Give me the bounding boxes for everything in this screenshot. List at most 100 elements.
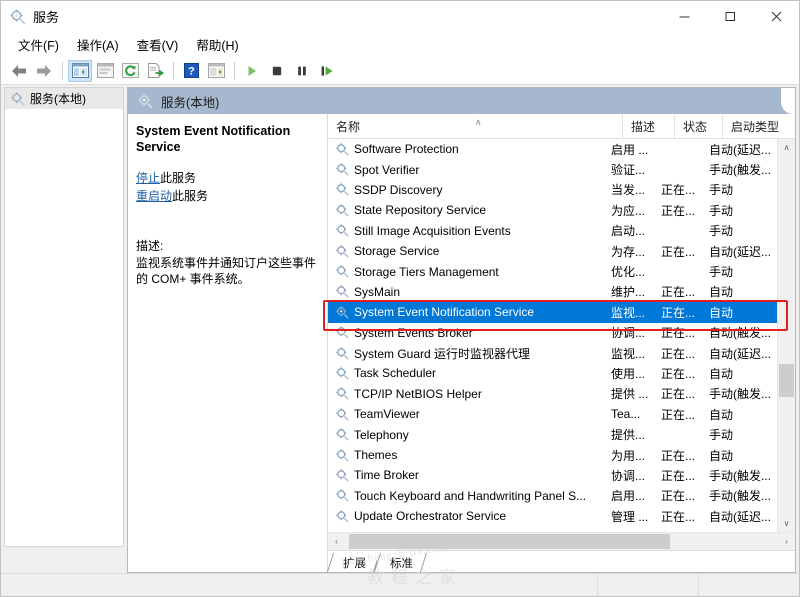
service-gear-icon [336, 224, 349, 237]
vertical-scroll-track[interactable] [778, 156, 795, 515]
column-header-name-label: 名称 [336, 118, 360, 135]
restart-service-icon[interactable] [315, 60, 339, 82]
cell-startup-type: 自动 [705, 283, 777, 300]
show-hide-console-tree-icon[interactable] [68, 60, 92, 82]
table-row[interactable]: Telephony提供...手动 [328, 424, 777, 444]
cell-description: 协调... [605, 467, 657, 484]
service-name-label: Telephony [354, 428, 409, 442]
table-row[interactable]: State Repository Service为应...正在...手动 [328, 200, 777, 220]
cell-startup-type: 自动(延迟... [705, 508, 777, 525]
service-name-label: System Event Notification Service [354, 305, 534, 319]
scroll-left-icon[interactable]: ‹ [328, 533, 345, 550]
restart-service-link-suffix: 此服务 [172, 189, 208, 203]
restart-service-link-text[interactable]: 重启动 [136, 189, 172, 203]
horizontal-scroll-thumb[interactable] [349, 534, 669, 549]
cell-description: 管理 ... [605, 508, 657, 525]
show-action-pane-icon[interactable] [204, 60, 228, 82]
cell-service-name: System Event Notification Service [328, 305, 605, 319]
table-row[interactable]: Task Scheduler使用...正在...自动 [328, 363, 777, 383]
description-text: 监视系统事件并通知订户这些事件的 COM+ 事件系统。 [136, 255, 317, 287]
service-name-label: Spot Verifier [354, 163, 419, 177]
export-list-icon[interactable] [143, 60, 167, 82]
table-row[interactable]: SysMain维护...正在...自动 [328, 282, 777, 302]
cell-startup-type: 自动 [705, 447, 777, 464]
cell-startup-type: 手动 [705, 263, 777, 280]
table-row[interactable]: System Event Notification Service监视...正在… [328, 302, 777, 322]
maximize-button[interactable] [707, 1, 753, 32]
services-rows: Software Protection启用 ...自动(延迟... Spot V… [328, 139, 777, 532]
start-service-icon[interactable] [240, 60, 264, 82]
service-name-label: TCP/IP NetBIOS Helper [354, 387, 482, 401]
refresh-icon[interactable] [118, 60, 142, 82]
menu-view[interactable]: 查看(V) [128, 32, 188, 57]
service-name-label: Storage Service [354, 244, 439, 258]
sort-ascending-icon: ∧ [475, 117, 482, 128]
cell-status: 正在... [657, 243, 705, 260]
table-row[interactable]: Update Orchestrator Service管理 ...正在...自动… [328, 506, 777, 526]
column-header-status[interactable]: 状态 [675, 114, 723, 138]
table-row[interactable]: Storage Service为存...正在...自动(延迟... [328, 241, 777, 261]
cell-status: 正在... [657, 202, 705, 219]
table-row[interactable]: TCP/IP NetBIOS Helper提供 ...正在...手动(触发... [328, 384, 777, 404]
service-gear-icon [336, 163, 349, 176]
cell-startup-type: 自动 [705, 365, 777, 382]
scroll-down-icon[interactable]: ∨ [778, 515, 795, 532]
help-icon[interactable]: ? [179, 60, 203, 82]
cell-status: 正在... [657, 447, 705, 464]
service-gear-icon [336, 143, 349, 156]
service-gear-icon [336, 387, 349, 400]
cell-description: 协调... [605, 324, 657, 341]
menu-help[interactable]: 帮助(H) [187, 32, 247, 57]
scroll-up-icon[interactable]: ∧ [778, 139, 795, 156]
table-row[interactable]: SSDP Discovery当发...正在...手动 [328, 180, 777, 200]
table-row[interactable]: System Events Broker协调...正在...自动(触发... [328, 323, 777, 343]
services-gear-icon [10, 9, 26, 25]
table-row[interactable]: Touch Keyboard and Handwriting Panel S..… [328, 486, 777, 506]
table-row[interactable]: Software Protection启用 ...自动(延迟... [328, 139, 777, 159]
stop-service-link[interactable]: 停止此服务 [136, 169, 317, 187]
stop-service-link-text[interactable]: 停止 [136, 171, 160, 185]
properties-icon[interactable] [93, 60, 117, 82]
table-row[interactable]: Storage Tiers Management优化...手动 [328, 261, 777, 281]
table-row[interactable]: Still Image Acquisition Events启动...手动 [328, 221, 777, 241]
back-icon[interactable] [7, 60, 31, 82]
cell-status: 正在... [657, 487, 705, 504]
restart-service-link[interactable]: 重启动此服务 [136, 187, 317, 205]
tree-item-services-local[interactable]: 服务(本地) [5, 88, 123, 109]
table-row[interactable]: Themes为用...正在...自动 [328, 445, 777, 465]
horizontal-scrollbar[interactable]: ‹ › [328, 532, 795, 550]
tab-extended[interactable]: 扩展 [330, 553, 377, 572]
stop-service-icon[interactable] [265, 60, 289, 82]
service-gear-icon [336, 306, 349, 319]
services-pane: 服务(本地) System Event Notification Service… [127, 87, 796, 573]
table-row[interactable]: Spot Verifier验证...手动(触发... [328, 159, 777, 179]
cell-status: 正在... [657, 324, 705, 341]
horizontal-scroll-track[interactable] [345, 533, 778, 550]
service-gear-icon [336, 285, 349, 298]
menu-file[interactable]: 文件(F) [9, 32, 68, 57]
cell-startup-type: 手动(触发... [705, 161, 777, 178]
pause-service-icon[interactable] [290, 60, 314, 82]
cell-service-name: Spot Verifier [328, 163, 605, 177]
services-gear-icon [138, 94, 153, 109]
cell-service-name: TCP/IP NetBIOS Helper [328, 387, 605, 401]
cell-service-name: Still Image Acquisition Events [328, 224, 605, 238]
list-header: 名称 ∧ 描述 状态 启动类型 [328, 114, 795, 139]
column-header-startup-type[interactable]: 启动类型 [723, 114, 795, 138]
scroll-right-icon[interactable]: › [778, 533, 795, 550]
column-header-name[interactable]: 名称 ∧ [328, 114, 623, 138]
column-header-description[interactable]: 描述 [623, 114, 675, 138]
close-button[interactable] [753, 1, 799, 32]
minimize-button[interactable] [661, 1, 707, 32]
menu-action[interactable]: 操作(A) [68, 32, 128, 57]
table-row[interactable]: Time Broker协调...正在...手动(触发... [328, 465, 777, 485]
vertical-scrollbar[interactable]: ∧ ∨ [777, 139, 795, 532]
cell-status: 正在... [657, 467, 705, 484]
tab-standard[interactable]: 标准 [377, 553, 424, 572]
forward-icon[interactable] [32, 60, 56, 82]
cell-description: 为存... [605, 243, 657, 260]
table-row[interactable]: TeamViewerTea...正在...自动 [328, 404, 777, 424]
cell-service-name: Touch Keyboard and Handwriting Panel S..… [328, 489, 605, 503]
vertical-scroll-thumb[interactable] [779, 364, 794, 396]
table-row[interactable]: System Guard 运行时监视器代理监视...正在...自动(延迟... [328, 343, 777, 363]
